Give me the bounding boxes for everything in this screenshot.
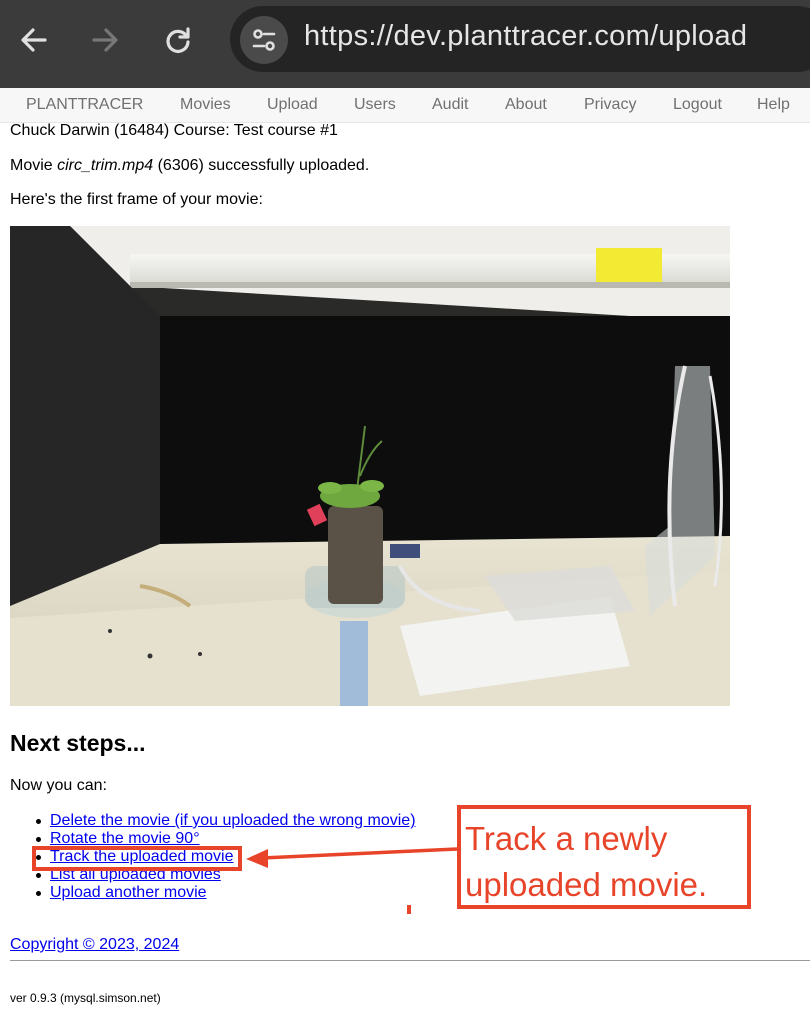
copyright-link[interactable]: Copyright © 2023, 2024 <box>10 936 179 953</box>
annotation-line-1: Track a newly <box>465 820 668 857</box>
footer-copyright: Copyright © 2023, 2024 <box>10 936 179 954</box>
annotation-callout: Track a newly uploaded movie. <box>457 805 751 909</box>
annotation-mark <box>407 905 411 914</box>
annotation-line-2: uploaded movie. <box>465 866 708 903</box>
footer-divider <box>10 960 810 961</box>
version-text: ver 0.9.3 (mysql.simson.net) <box>10 991 161 1005</box>
